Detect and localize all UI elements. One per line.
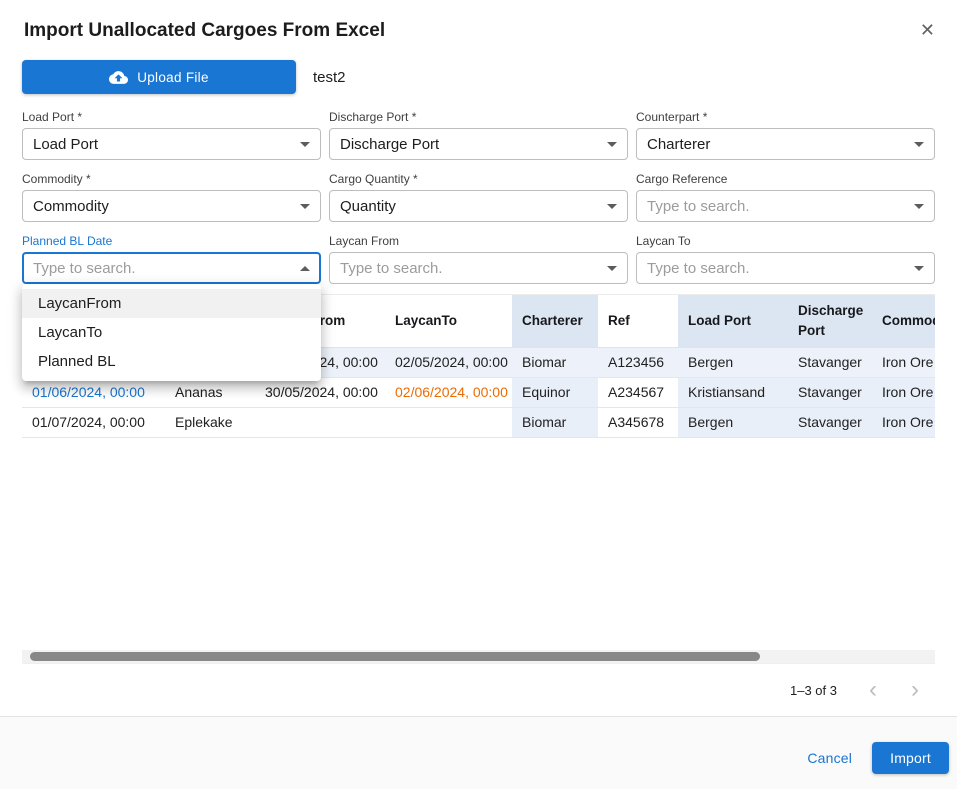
chevron-down-icon — [607, 142, 617, 147]
cell: Equinor — [512, 377, 598, 407]
field-label: Laycan From — [329, 234, 628, 248]
field-label: Commodity * — [22, 172, 321, 186]
cell: Stavanger — [788, 407, 872, 437]
previous-page-icon[interactable]: ‹ — [863, 680, 883, 700]
field-label: Load Port * — [22, 110, 321, 124]
table-row[interactable]: 01/06/2024, 00:00 Ananas 30/05/2024, 00:… — [22, 377, 935, 407]
cell: Iron Ore — [872, 347, 935, 377]
menu-item-laycanto[interactable]: LaycanTo — [22, 318, 321, 347]
cell: Iron Ore — [872, 407, 935, 437]
commodity-select[interactable]: Commodity — [22, 190, 321, 222]
field-load-port: Load Port * Load Port — [22, 110, 321, 160]
cell: A345678 — [598, 407, 678, 437]
horizontal-scrollbar-thumb[interactable] — [30, 652, 760, 661]
chevron-up-icon — [300, 266, 310, 271]
laycan-to-select[interactable]: Type to search. — [636, 252, 935, 284]
horizontal-scrollbar-track[interactable] — [22, 650, 935, 663]
col-header-load-port[interactable]: Load Port — [678, 295, 788, 347]
cloud-upload-icon — [109, 68, 128, 87]
upload-file-button[interactable]: Upload File — [22, 60, 296, 94]
cell — [255, 407, 385, 437]
cell: Biomar — [512, 407, 598, 437]
col-header-laycanto[interactable]: LaycanTo — [385, 295, 512, 347]
chevron-down-icon — [914, 204, 924, 209]
cell: A123456 — [598, 347, 678, 377]
field-laycan-to: Laycan To Type to search. — [636, 234, 935, 284]
field-label: Laycan To — [636, 234, 935, 248]
col-header-commodity[interactable]: Commodity — [872, 295, 935, 347]
chevron-down-icon — [607, 266, 617, 271]
column-options-menu: LaycanFrom LaycanTo Planned BL — [22, 284, 321, 381]
field-discharge-port: Discharge Port * Discharge Port — [329, 110, 628, 160]
col-header-discharge-port[interactable]: Discharge Port — [788, 295, 872, 347]
pagination-range-label: 1–3 of 3 — [790, 683, 837, 698]
planned-bl-date-combobox[interactable] — [22, 252, 321, 284]
cell: 01/07/2024, 00:00 — [22, 407, 165, 437]
load-port-select[interactable]: Load Port — [22, 128, 321, 160]
laycan-from-select[interactable]: Type to search. — [329, 252, 628, 284]
cell: A234567 — [598, 377, 678, 407]
chevron-down-icon — [914, 142, 924, 147]
close-icon[interactable]: ✕ — [918, 18, 937, 42]
cell: Iron Ore — [872, 377, 935, 407]
cell: Kristiansand — [678, 377, 788, 407]
mapping-form: Load Port * Load Port Discharge Port * D… — [0, 94, 957, 284]
page-title: Import Unallocated Cargoes From Excel — [24, 18, 385, 44]
grid-footer: 1–3 of 3 ‹ › — [22, 663, 935, 716]
chevron-down-icon — [300, 204, 310, 209]
dialog-header: Import Unallocated Cargoes From Excel ✕ — [0, 0, 957, 44]
chevron-down-icon — [300, 142, 310, 147]
col-header-charterer[interactable]: Charterer — [512, 295, 598, 347]
cell: Ananas — [165, 377, 255, 407]
counterpart-select[interactable]: Charterer — [636, 128, 935, 160]
next-page-icon[interactable]: › — [905, 680, 925, 700]
import-button[interactable]: Import — [872, 742, 949, 774]
cargo-reference-select[interactable]: Type to search. — [636, 190, 935, 222]
discharge-port-select[interactable]: Discharge Port — [329, 128, 628, 160]
upload-button-label: Upload File — [137, 70, 209, 85]
field-label: Cargo Quantity * — [329, 172, 628, 186]
cell: Stavanger — [788, 347, 872, 377]
uploaded-file-name: test2 — [313, 69, 346, 86]
cargo-quantity-select[interactable]: Quantity — [329, 190, 628, 222]
pagination-controls: ‹ › — [863, 680, 925, 700]
field-label: Planned BL Date — [22, 234, 321, 248]
field-counterpart: Counterpart * Charterer — [636, 110, 935, 160]
cell: 30/05/2024, 00:00 — [255, 377, 385, 407]
cell: Biomar — [512, 347, 598, 377]
menu-item-planned-bl[interactable]: Planned BL — [22, 347, 321, 376]
chevron-down-icon — [607, 204, 617, 209]
field-label: Counterpart * — [636, 110, 935, 124]
cell: Stavanger — [788, 377, 872, 407]
cell: 02/05/2024, 00:00 — [385, 347, 512, 377]
field-planned-bl-date: Planned BL Date LaycanFrom LaycanTo Plan… — [22, 234, 321, 284]
cell: Eplekake — [165, 407, 255, 437]
field-label: Cargo Reference — [636, 172, 935, 186]
cell: 02/06/2024, 00:00 — [385, 377, 512, 407]
cell — [385, 407, 512, 437]
table-row[interactable]: 01/07/2024, 00:00 Eplekake Biomar A34567… — [22, 407, 935, 437]
planned-bl-date-input[interactable] — [33, 260, 300, 277]
col-header-ref[interactable]: Ref — [598, 295, 678, 347]
menu-item-laycanfrom[interactable]: LaycanFrom — [22, 289, 321, 318]
cell: 01/06/2024, 00:00 — [22, 377, 165, 407]
cell: Bergen — [678, 347, 788, 377]
field-cargo-quantity: Cargo Quantity * Quantity — [329, 172, 628, 222]
field-laycan-from: Laycan From Type to search. — [329, 234, 628, 284]
cancel-button[interactable]: Cancel — [795, 742, 864, 774]
cell: Bergen — [678, 407, 788, 437]
field-cargo-reference: Cargo Reference Type to search. — [636, 172, 935, 222]
upload-row: Upload File test2 — [0, 44, 957, 94]
chevron-down-icon — [914, 266, 924, 271]
field-commodity: Commodity * Commodity — [22, 172, 321, 222]
field-label: Discharge Port * — [329, 110, 628, 124]
dialog-actions: Cancel Import — [0, 716, 957, 789]
